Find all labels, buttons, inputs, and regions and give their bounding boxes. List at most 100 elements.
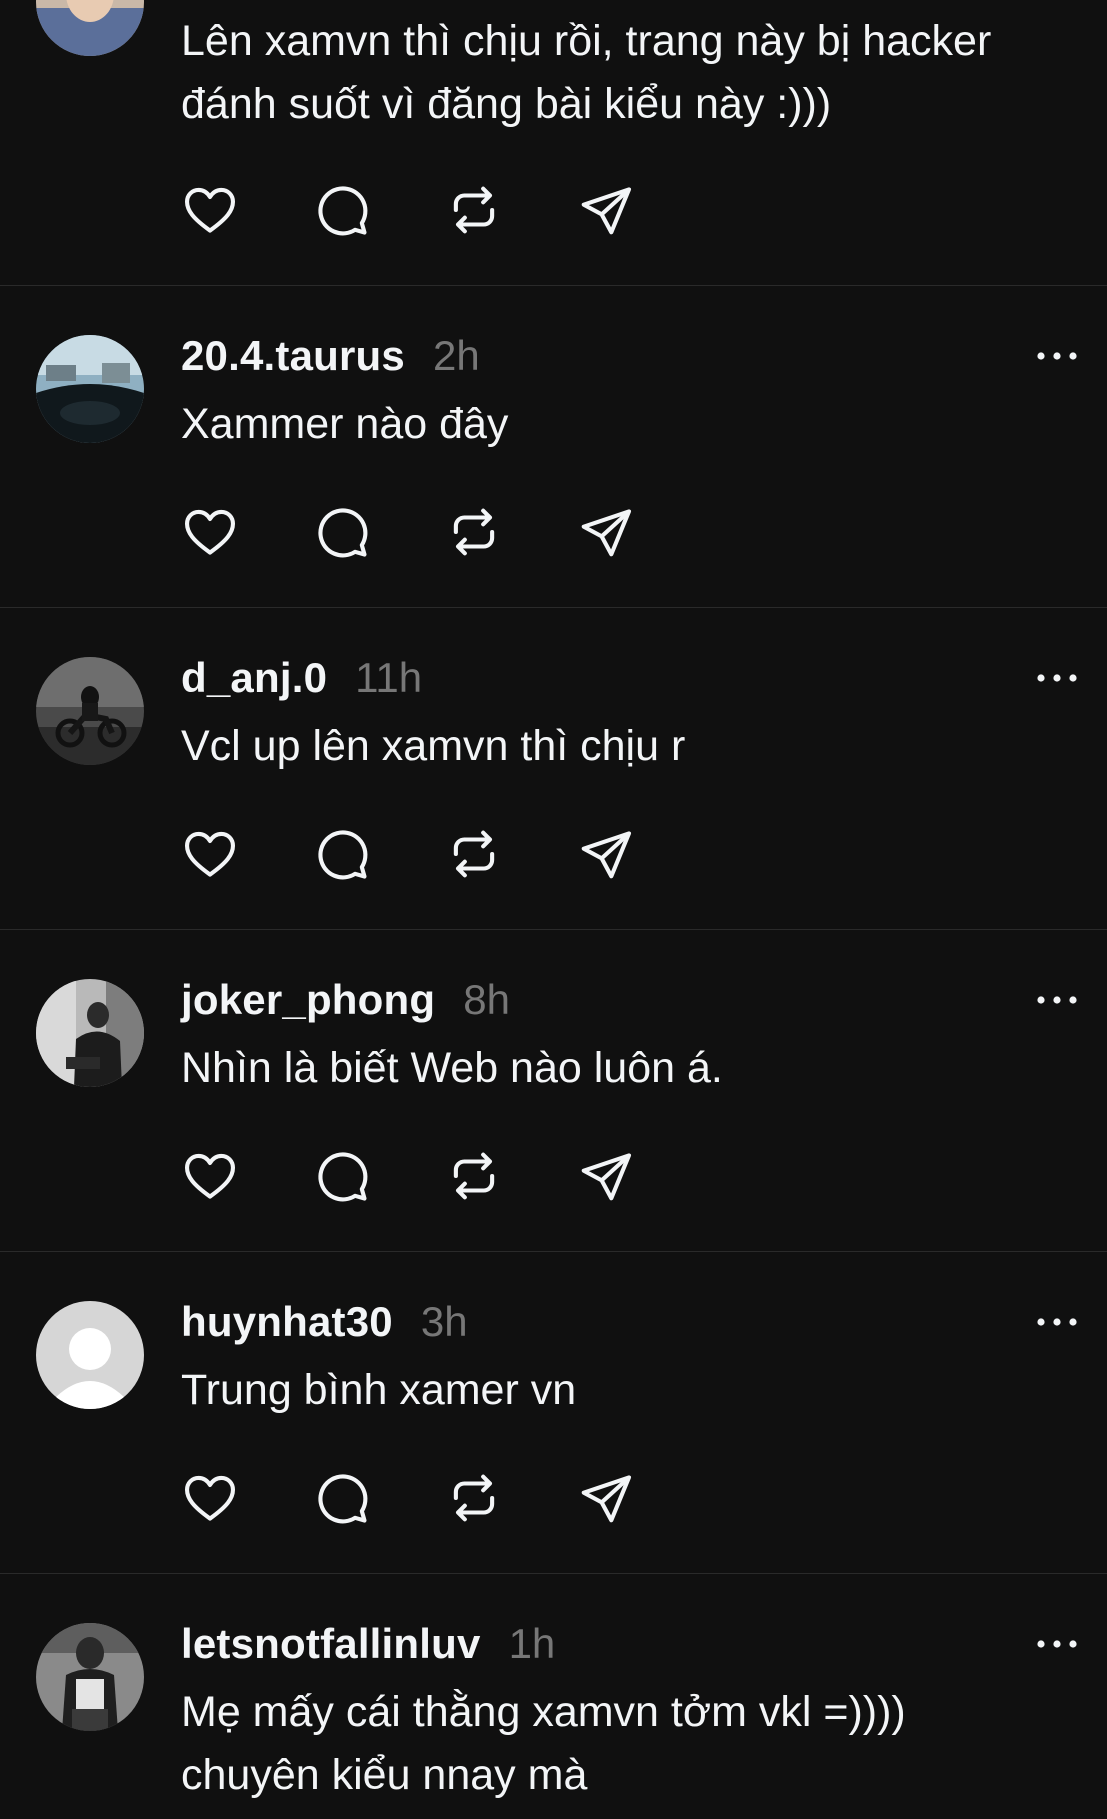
more-options-button[interactable] <box>1035 670 1079 686</box>
post-actions <box>181 1469 709 1527</box>
like-button[interactable] <box>181 1147 239 1205</box>
post-header: huynhat30 3h <box>181 1294 468 1350</box>
post-text: Lên xamvn thì chịu rồi, trang này bị hac… <box>181 10 1091 136</box>
post-text: Trung bình xamer vn <box>181 1359 1091 1422</box>
photo-avatar-motorbike-image <box>36 657 144 765</box>
post-text-line: chuyên kiểu nnay mà <box>181 1751 588 1799</box>
photo-avatar-mirror-selfie-image <box>36 1623 144 1731</box>
avatar[interactable] <box>36 1623 144 1731</box>
post-text-line: Xammer nào đây <box>181 400 509 448</box>
post-actions <box>181 1147 709 1205</box>
heart-icon <box>184 509 236 555</box>
comment-icon <box>318 1152 368 1202</box>
post-text-line: Lên xamvn thì chịu rồi, trang này bị hac… <box>181 17 992 65</box>
reply-button[interactable] <box>313 181 371 239</box>
share-button[interactable] <box>577 503 635 561</box>
post-text: Nhìn là biết Web nào luôn á. <box>181 1037 1091 1100</box>
heart-icon <box>184 1475 236 1521</box>
default-avatar-icon <box>36 1301 144 1409</box>
timestamp: 2h <box>432 332 480 379</box>
post-2: d_anj.0 11h Vcl up lên xamvn thì chịu r <box>0 608 1107 930</box>
avatar[interactable] <box>36 1301 144 1409</box>
post-text-line: Vcl up lên xamvn thì chịu r <box>181 722 686 770</box>
repost-icon <box>453 1152 495 1200</box>
reply-button[interactable] <box>313 1469 371 1527</box>
like-button[interactable] <box>181 503 239 561</box>
post-actions <box>181 825 709 883</box>
share-button[interactable] <box>577 1147 635 1205</box>
post-header: letsnotfallinluv 1h <box>181 1616 555 1672</box>
post-header: joker_phong 8h <box>181 972 510 1028</box>
repost-icon <box>453 830 495 878</box>
username[interactable]: joker_phong <box>181 976 435 1024</box>
more-options-icon <box>1037 996 1077 1004</box>
send-icon <box>581 1475 632 1523</box>
like-button[interactable] <box>181 825 239 883</box>
username[interactable]: 20.4.taurus <box>181 332 405 380</box>
reply-button[interactable] <box>313 1147 371 1205</box>
share-button[interactable] <box>577 181 635 239</box>
post-actions <box>181 503 709 561</box>
avatar[interactable] <box>36 335 144 443</box>
repost-button[interactable] <box>445 503 503 561</box>
comment-icon <box>318 1474 368 1524</box>
heart-icon <box>184 1153 236 1199</box>
more-options-icon <box>1037 1318 1077 1326</box>
post-4: huynhat30 3h Trung bình xamer vn <box>0 1252 1107 1574</box>
like-button[interactable] <box>181 181 239 239</box>
repost-icon <box>453 508 495 556</box>
timestamp: 11h <box>355 654 423 701</box>
post-text: Xammer nào đây <box>181 393 1091 456</box>
username[interactable]: d_anj.0 <box>181 654 327 702</box>
like-button[interactable] <box>181 1469 239 1527</box>
timestamp: 1h <box>508 1620 556 1667</box>
post-actions <box>181 181 709 239</box>
avatar[interactable] <box>36 0 144 56</box>
username[interactable]: letsnotfallinluv <box>181 1620 481 1668</box>
post-3: joker_phong 8h Nhìn là biết Web nào luôn… <box>0 930 1107 1252</box>
send-icon <box>581 1153 632 1201</box>
repost-button[interactable] <box>445 181 503 239</box>
post-text: Mẹ mấy cái thằng xamvn tởm vkl =)))) chu… <box>181 1681 1091 1807</box>
more-options-icon <box>1037 352 1077 360</box>
repost-button[interactable] <box>445 1147 503 1205</box>
timestamp: 8h <box>463 976 510 1023</box>
repost-icon <box>453 1474 495 1522</box>
photo-avatar-man-image <box>36 0 144 56</box>
post-header: d_anj.0 11h <box>181 650 422 706</box>
username[interactable]: huynhat30 <box>181 1298 393 1346</box>
more-options-button[interactable] <box>1035 1636 1079 1652</box>
thread-feed: Lên xamvn thì chịu rồi, trang này bị hac… <box>0 0 1107 1819</box>
heart-icon <box>184 831 236 877</box>
more-options-button[interactable] <box>1035 992 1079 1008</box>
comment-icon <box>318 186 368 236</box>
send-icon <box>581 509 632 557</box>
repost-icon <box>453 186 495 234</box>
comment-icon <box>318 830 368 880</box>
repost-button[interactable] <box>445 1469 503 1527</box>
post-text-line: Trung bình xamer vn <box>181 1366 577 1414</box>
reply-button[interactable] <box>313 503 371 561</box>
share-button[interactable] <box>577 1469 635 1527</box>
repost-button[interactable] <box>445 825 503 883</box>
post-5: letsnotfallinluv 1h Mẹ mấy cái thằng xam… <box>0 1574 1107 1819</box>
timestamp: 3h <box>420 1298 468 1345</box>
reply-button[interactable] <box>313 825 371 883</box>
comment-icon <box>318 508 368 558</box>
share-button[interactable] <box>577 825 635 883</box>
avatar[interactable] <box>36 657 144 765</box>
more-options-icon <box>1037 674 1077 682</box>
post-0: Lên xamvn thì chịu rồi, trang này bị hac… <box>0 0 1107 286</box>
avatar[interactable] <box>36 979 144 1087</box>
heart-icon <box>184 187 236 233</box>
photo-avatar-person-sitting-image <box>36 979 144 1087</box>
more-options-button[interactable] <box>1035 1314 1079 1330</box>
more-options-button[interactable] <box>1035 348 1079 364</box>
post-text-line: đánh suốt vì đăng bài kiểu này :))) <box>181 80 832 128</box>
send-icon <box>581 187 632 235</box>
send-icon <box>581 831 632 879</box>
post-text-line: Nhìn là biết Web nào luôn á. <box>181 1044 723 1092</box>
post-text-line: Mẹ mấy cái thằng xamvn tởm vkl =)))) <box>181 1688 906 1736</box>
post-header: 20.4.taurus 2h <box>181 328 480 384</box>
post-1: 20.4.taurus 2h Xammer nào đây <box>0 286 1107 608</box>
